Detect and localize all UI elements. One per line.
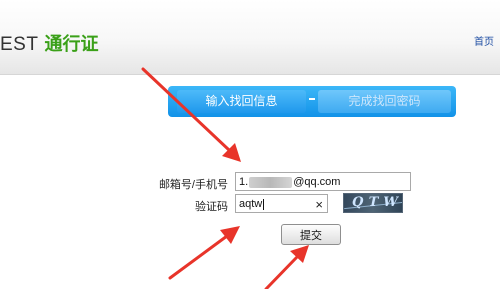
account-value-prefix: 1. bbox=[239, 176, 249, 188]
home-link[interactable]: 首页 bbox=[474, 33, 494, 48]
brand-logo: EST 通行证 bbox=[0, 33, 98, 55]
annotation-arrowhead-2 bbox=[220, 226, 240, 244]
captcha-field[interactable]: aqtw × bbox=[235, 194, 328, 213]
captcha-label: 验证码 bbox=[195, 201, 228, 213]
header-bar: EST 通行证 首页 bbox=[0, 0, 500, 75]
account-value-suffix: @qq.com bbox=[293, 176, 341, 188]
brand-prefix: EST bbox=[0, 34, 39, 55]
redacted-blur bbox=[249, 176, 293, 188]
captcha-image[interactable]: QTW bbox=[343, 193, 403, 213]
step-2-complete-reset: 完成找回密码 bbox=[318, 90, 451, 113]
account-label: 邮箱号/手机号 bbox=[158, 179, 228, 191]
step-indicator: 输入找回信息 完成找回密码 bbox=[168, 86, 456, 117]
submit-button[interactable]: 提交 bbox=[281, 224, 341, 245]
captcha-image-text: QTW bbox=[350, 195, 403, 210]
brand-suffix: 通行证 bbox=[44, 34, 99, 54]
account-field[interactable]: 1. @qq.com bbox=[235, 172, 411, 191]
annotation-arrowhead-3 bbox=[290, 245, 309, 263]
text-caret bbox=[263, 198, 265, 210]
clear-icon[interactable]: × bbox=[315, 195, 323, 214]
step-separator bbox=[309, 98, 315, 100]
annotation-arrow-3 bbox=[264, 255, 299, 289]
step-1-input-info: 输入找回信息 bbox=[177, 90, 306, 113]
captcha-value: aqtw bbox=[239, 198, 263, 210]
annotation-arrowhead-1 bbox=[222, 143, 241, 162]
annotation-arrow-2 bbox=[168, 234, 229, 280]
